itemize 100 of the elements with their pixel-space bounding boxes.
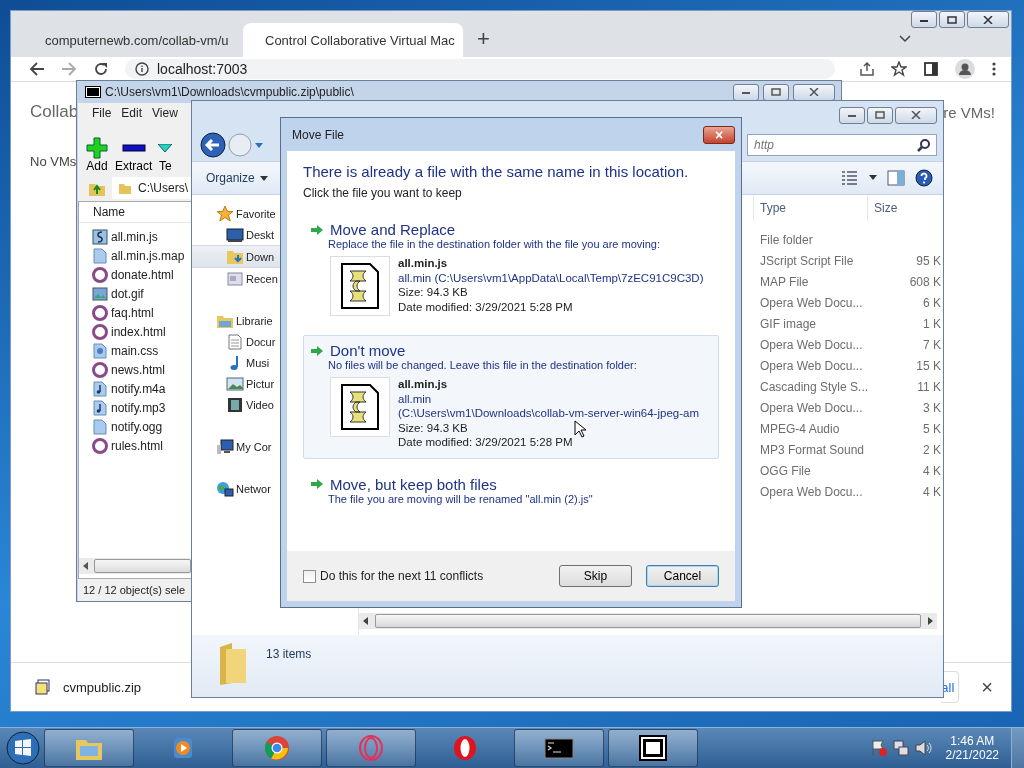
back-icon[interactable] [200,132,226,158]
help-icon[interactable] [915,169,933,187]
apply-all-checkbox[interactable]: Do this for the next 11 conflicts [303,569,484,583]
maximize-button[interactable] [939,11,965,28]
file-type: MP3 Format Sound [759,442,866,457]
close-button[interactable]: × [975,674,999,700]
file-type: OGG File [759,463,812,478]
file-size: 11 K [916,379,942,394]
file-name[interactable]: dot.gif [111,286,144,301]
taskbar-app[interactable] [514,729,604,767]
file-size: 3 K [922,400,942,415]
file-name[interactable]: notify.ogg [111,419,163,434]
network-icon[interactable] [891,739,910,757]
dialog-button[interactable]: Cancel [646,565,719,587]
file-type: File folder [759,232,814,247]
share-icon[interactable] [859,61,875,77]
menu-item[interactable]: File [92,106,112,120]
browser-tab[interactable]: Control Collaborative Virtual Mac [243,23,463,57]
horizontal-scrollbar[interactable] [359,613,937,629]
close-button[interactable] [895,106,937,124]
view-options-icon[interactable] [841,170,859,186]
choice-option[interactable]: Move, but keep both files The file you are moving will be renamed "all.min (2).js" [303,468,719,520]
tab-title: Control Collaborative Virtual Mac [265,32,455,48]
choice-option[interactable]: Don't move No files will be changed. Leave this file in the destination folder: all.min.js all.min (C:\Users\vm1\Downloads\collab-vm-server-win64-jpeg-am Size: 94.3 KB Date modified: 3/29/2021 5:28 PM [303,335,719,459]
right-arrow-icon[interactable] [927,617,933,625]
file-size: 7 K [922,337,942,352]
dialog-button[interactable]: Skip [559,565,632,587]
browser-tab[interactable]: computernewb.com/collab-vm/u [23,23,243,57]
back-icon[interactable] [29,61,45,77]
address-bar[interactable]: localhost:7003 [125,59,835,79]
file-size: 2 K [922,442,942,457]
file-size: 95 K [915,253,942,268]
browser-icon [262,734,292,762]
file-name[interactable]: main.css [111,343,159,358]
star-icon[interactable] [891,61,907,77]
file-type: Opera Web Docu... [759,337,864,352]
minimize-button[interactable] [733,83,759,101]
left-arrow-icon[interactable] [83,562,88,570]
page-heading: Collab [30,102,79,122]
organize-menu[interactable]: Organize [206,171,268,185]
search-field[interactable]: http [747,134,937,156]
left-arrow-icon[interactable] [363,617,369,625]
file-icon [92,418,108,435]
column-header[interactable]: Type [753,195,867,221]
file-name[interactable]: index.html [111,324,166,339]
file-name[interactable]: donate.html [111,267,174,282]
maximize-icon [947,15,957,24]
caret-icon[interactable] [869,175,877,181]
speaker-icon[interactable] [913,739,932,757]
profile-icon[interactable] [955,59,975,79]
mouse-cursor-icon [574,420,586,438]
download-filename[interactable]: cvmpublic.zip [63,679,142,695]
file-name: all.min.js [398,256,448,271]
page-link[interactable]: re VMs! [943,103,995,121]
menu-icon[interactable] [991,61,997,77]
dialog-title: Move File [292,127,344,142]
file-size: 608 K [908,274,942,289]
computer-icon [216,438,234,455]
reload-icon[interactable] [93,61,109,77]
file-name[interactable]: notify.m4a [111,381,166,396]
path-field[interactable]: C:\Users\ [112,177,192,199]
search-icon[interactable] [917,138,931,152]
toolbar-button[interactable]: Te [158,137,173,173]
close-icon [911,111,921,119]
option-title: Move and Replace [330,221,456,238]
minimize-button[interactable] [839,106,865,124]
side-panel-icon[interactable] [923,61,939,77]
file-name[interactable]: news.html [111,362,166,377]
new-tab-button[interactable]: + [471,25,496,53]
maximize-button[interactable] [867,106,893,124]
menu-item[interactable]: View [152,106,178,120]
toolbar-button[interactable]: Extract [115,137,153,173]
file-name[interactable]: faq.html [111,305,154,320]
download-folder-icon [226,248,244,265]
menu-item[interactable]: Edit [121,106,143,120]
preview-pane-icon[interactable] [887,170,905,186]
clock-date[interactable]: 2/21/2022 [945,748,999,762]
file-size: 6 K [922,295,942,310]
file-type: MAP File [759,274,810,289]
toolbar-button[interactable]: Add [85,137,109,173]
file-name[interactable]: notify.mp3 [111,400,166,415]
file-type: JScript Script File [759,253,855,268]
gear-file-icon [92,342,108,359]
start-button[interactable] [6,731,40,765]
close-button[interactable] [793,83,835,101]
maximize-button[interactable] [763,83,789,101]
file-icon [92,247,108,264]
horizontal-scrollbar[interactable] [79,558,191,574]
minimize-button[interactable] [911,11,937,28]
close-button[interactable] [967,11,1009,28]
file-size: 1 K [922,316,942,331]
column-header[interactable]: Size [867,195,943,221]
file-name[interactable]: rules.html [111,438,163,453]
file-name[interactable]: all.min.js.map [111,248,185,263]
file-name[interactable]: all.min.js [111,229,158,244]
taskbar-app[interactable] [608,729,698,767]
file-type: Opera Web Docu... [759,295,864,310]
chevron-icon[interactable] [899,35,911,43]
clock-time[interactable]: 1:46 AM [950,734,995,748]
flag-icon[interactable] [869,739,888,757]
